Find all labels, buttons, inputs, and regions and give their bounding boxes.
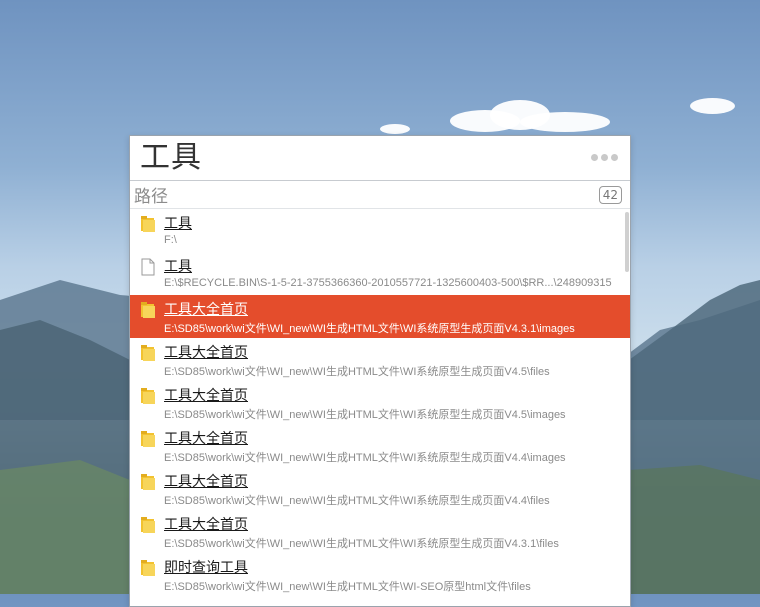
result-list: 工具 F:\ 工具 E:\$RECYCLE.BIN\S-1-5-21-37553… <box>130 209 630 596</box>
launcher-panel: 工具 路径 42 工具 F:\ 工具 E:\$RECYCLE.BIN\S-1-5… <box>129 135 631 607</box>
result-title: 工具 <box>164 216 192 232</box>
folder-icon <box>141 345 155 361</box>
result-item[interactable]: 工具大全首页 E:\SD85\work\wi文件\WI_new\WI生成HTML… <box>130 424 630 467</box>
result-title: 工具大全首页 <box>164 302 248 318</box>
result-item[interactable]: 工具大全首页 E:\SD85\work\wi文件\WI_new\WI生成HTML… <box>130 510 630 553</box>
result-item[interactable]: 工具大全首页 E:\SD85\work\wi文件\WI_new\WI生成HTML… <box>130 381 630 424</box>
result-path: E:\SD85\work\wi文件\WI_new\WI生成HTML文件\WI系统… <box>164 495 550 507</box>
result-title: 即时查询工具 <box>164 560 248 576</box>
folder-icon <box>141 388 155 404</box>
result-title: 工具大全首页 <box>164 431 248 447</box>
result-item-selected[interactable]: 工具大全首页 E:\SD85\work\wi文件\WI_new\WI生成HTML… <box>130 295 630 338</box>
result-path: E:\SD85\work\wi文件\WI_new\WI生成HTML文件\WI系统… <box>164 538 559 550</box>
file-icon <box>141 258 155 276</box>
result-group-header: 路径 42 <box>130 181 630 209</box>
result-path: E:\SD85\work\wi文件\WI_new\WI生成HTML文件\WI-S… <box>164 581 531 593</box>
result-item[interactable]: 工具 F:\ <box>130 209 630 252</box>
scrollbar-thumb[interactable] <box>625 212 629 272</box>
result-item[interactable]: 工具 E:\$RECYCLE.BIN\S-1-5-21-3755366360-2… <box>130 252 630 295</box>
folder-icon <box>141 517 155 533</box>
result-title: 工具 <box>164 259 192 275</box>
folder-icon <box>141 431 155 447</box>
result-path: E:\SD85\work\wi文件\WI_new\WI生成HTML文件\WI系统… <box>164 366 550 378</box>
result-path: E:\SD85\work\wi文件\WI_new\WI生成HTML文件\WI系统… <box>164 409 566 421</box>
group-title: 路径 <box>134 187 168 207</box>
result-title: 工具大全首页 <box>164 474 248 490</box>
result-item[interactable]: 即时查询工具 E:\SD85\work\wi文件\WI_new\WI生成HTML… <box>130 553 630 596</box>
result-count-badge: 42 <box>598 185 622 204</box>
result-title: 工具大全首页 <box>164 388 248 404</box>
folder-icon <box>141 474 155 490</box>
folder-icon <box>141 216 155 232</box>
search-input[interactable]: 工具 <box>140 136 202 180</box>
result-path: F:\ <box>164 234 177 246</box>
folder-icon <box>141 302 155 318</box>
result-title: 工具大全首页 <box>164 345 248 361</box>
result-title: 工具大全首页 <box>164 517 248 533</box>
search-bar[interactable]: 工具 <box>130 136 630 181</box>
more-options-icon[interactable] <box>591 154 618 161</box>
result-item[interactable]: 工具大全首页 E:\SD85\work\wi文件\WI_new\WI生成HTML… <box>130 467 630 510</box>
result-path: E:\SD85\work\wi文件\WI_new\WI生成HTML文件\WI系统… <box>164 323 575 335</box>
result-path: E:\$RECYCLE.BIN\S-1-5-21-3755366360-2010… <box>164 277 612 289</box>
folder-icon <box>141 560 155 576</box>
result-item[interactable]: 工具大全首页 E:\SD85\work\wi文件\WI_new\WI生成HTML… <box>130 338 630 381</box>
result-path: E:\SD85\work\wi文件\WI_new\WI生成HTML文件\WI系统… <box>164 452 566 464</box>
